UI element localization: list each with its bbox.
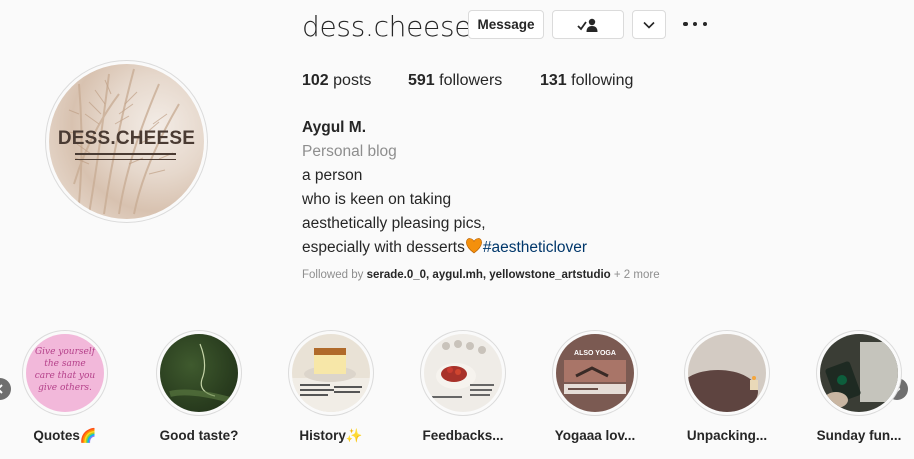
- more-options-icon[interactable]: [683, 16, 707, 32]
- highlight-image-yoga: ALSO YOGA: [556, 334, 634, 412]
- following-link[interactable]: 131 following: [540, 72, 633, 90]
- highlight-cover[interactable]: Give yourself the same care that you giv…: [22, 330, 108, 416]
- followed-by[interactable]: Followed by serade.0_0, aygul.mh, yellow…: [302, 269, 660, 281]
- bio-line: a person: [302, 167, 363, 184]
- profile-username: dess.cheese: [302, 10, 472, 43]
- bio-line: who is keen on taking: [302, 191, 452, 208]
- bio-hashtag-link[interactable]: #aestheticlover: [483, 239, 587, 256]
- highlight-item[interactable]: ALSO YOGA Yogaaa lov...: [552, 330, 638, 443]
- highlight-item[interactable]: Good taste?: [156, 330, 242, 443]
- followed-by-users[interactable]: serade.0_0, aygul.mh, yellowstone_artstu…: [367, 269, 611, 281]
- posts-count: 102 posts: [302, 72, 372, 89]
- bio-line: aesthetically pleasing pics,: [302, 215, 486, 232]
- profile-category: Personal blog: [302, 143, 397, 160]
- highlight-image-dessert: [424, 334, 502, 412]
- bio-line: especially with desserts #aestheticlover: [302, 238, 588, 256]
- orange-heart-icon: [465, 238, 482, 254]
- highlight-cover[interactable]: [288, 330, 374, 416]
- followers-link[interactable]: 591 followers: [408, 72, 502, 90]
- following-person-check-icon: [577, 18, 598, 32]
- highlight-image-coffee: [820, 334, 898, 412]
- chevron-down-icon: [643, 21, 655, 29]
- highlight-item[interactable]: History✨: [288, 330, 374, 444]
- highlight-cover[interactable]: [420, 330, 506, 416]
- avatar-underline: [75, 153, 176, 155]
- highlight-item[interactable]: Feedbacks...: [420, 330, 506, 443]
- profile-avatar[interactable]: DESS.CHEESE: [45, 60, 208, 223]
- highlight-item[interactable]: Give yourself the same care that you giv…: [22, 330, 108, 444]
- highlight-item[interactable]: Sunday fun...: [816, 330, 902, 443]
- highlight-cover[interactable]: [684, 330, 770, 416]
- highlight-image-plant: [160, 334, 238, 412]
- highlight-label[interactable]: Yogaaa lov...: [552, 428, 638, 443]
- highlight-label[interactable]: Sunday fun...: [816, 428, 902, 443]
- highlight-cover[interactable]: ALSO YOGA: [552, 330, 638, 416]
- suggested-accounts-button[interactable]: [632, 10, 666, 39]
- message-button[interactable]: Message: [468, 10, 544, 39]
- highlight-cover[interactable]: [816, 330, 902, 416]
- highlight-label[interactable]: Quotes🌈: [22, 428, 108, 444]
- highlight-label[interactable]: Unpacking...: [684, 428, 770, 443]
- highlight-image-quote: Give yourself the same care that you giv…: [26, 334, 104, 412]
- chevron-left-icon: [0, 384, 3, 394]
- highlight-label[interactable]: Feedbacks...: [420, 428, 506, 443]
- highlights-prev-button[interactable]: [0, 378, 11, 400]
- highlight-label[interactable]: Good taste?: [156, 428, 242, 443]
- profile-full-name: Aygul M.: [302, 119, 367, 136]
- avatar-logo-text: DESS.CHEESE: [57, 128, 196, 149]
- avatar-underline-thin: [75, 159, 176, 160]
- highlight-item[interactable]: Unpacking...: [684, 330, 770, 443]
- highlight-image-table: [688, 334, 766, 412]
- highlight-cover[interactable]: [156, 330, 242, 416]
- profile-bio: Aygul M. Personal blog a person who is k…: [302, 116, 587, 260]
- following-button[interactable]: [552, 10, 624, 39]
- avatar-image: DESS.CHEESE: [49, 64, 204, 219]
- highlight-label[interactable]: History✨: [288, 428, 374, 444]
- highlight-image-cheesecake: [292, 334, 370, 412]
